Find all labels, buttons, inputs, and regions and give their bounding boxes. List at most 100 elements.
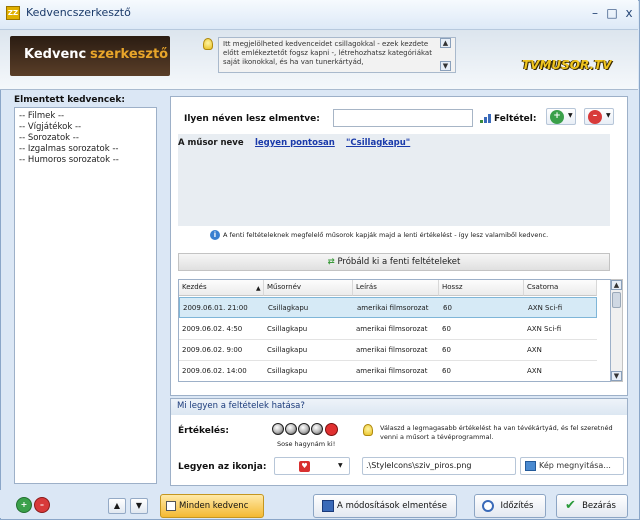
column-header[interactable]: Leírás [353, 280, 439, 296]
table-row[interactable]: 2009.06.02. 14:00 Csillagkapu amerikai f… [179, 361, 597, 381]
table-scrollbar[interactable]: ▲ ▼ [611, 279, 623, 382]
info-scroll-down-button[interactable]: ▼ [440, 61, 451, 71]
hint-lightbulb-icon [363, 424, 373, 436]
try-conditions-button[interactable]: ⇄ Próbáld ki a fenti feltételeket [178, 253, 610, 271]
close-window-button[interactable]: x [622, 6, 636, 20]
list-item[interactable]: -- Sorozatok -- [19, 133, 152, 144]
effects-header: Mi legyen a feltételek hatása? [171, 399, 627, 415]
list-item[interactable]: -- Vígjátékok -- [19, 122, 152, 133]
saved-favorites-label: Elmentett kedvencek: [14, 95, 125, 105]
close-button[interactable]: ✔ Bezárás [556, 494, 628, 518]
icon-select[interactable]: ♥ ▼ [274, 457, 350, 475]
all-favorites-label: Minden kedvenc [179, 501, 249, 511]
minimize-button[interactable]: – [588, 6, 602, 20]
all-favorites-button[interactable]: Minden kedvenc [160, 494, 264, 518]
remove-favorite-button[interactable]: – [34, 497, 50, 513]
save-changes-label: A módosítások elmentése [337, 501, 447, 511]
heart-icon: ♥ [299, 461, 310, 472]
cell-title: Csillagkapu [267, 346, 308, 354]
star-icon[interactable] [298, 423, 310, 435]
record-icon[interactable] [325, 423, 338, 436]
saved-favorites-list[interactable]: -- Filmek -- -- Vígjátékok -- -- Sorozat… [14, 107, 157, 484]
cell-length: 60 [442, 367, 451, 375]
rating-stars[interactable] [272, 423, 348, 437]
image-file-icon [525, 461, 536, 471]
rating-hint: Válaszd a legmagasabb értékelést ha van … [380, 424, 613, 441]
close-label: Bezárás [582, 501, 616, 511]
icon-label: Legyen az ikonja: [178, 462, 267, 472]
rating-caption: Sose hagynám ki! [277, 440, 336, 448]
column-header[interactable]: Csatorna [524, 280, 597, 296]
cell-start: 2009.06.02. 9:00 [182, 346, 243, 354]
minus-icon: – [588, 110, 602, 124]
icon-path-input[interactable]: .\StyleIcons\sziv_piros.png [362, 457, 516, 475]
scroll-up-button[interactable]: ▲ [611, 280, 622, 290]
conditions-note: A fenti feltételeknek megfelelő műsorok … [223, 231, 549, 239]
cell-length: 60 [443, 304, 452, 312]
condition-label: Feltétel: [494, 114, 537, 124]
scroll-down-button[interactable]: ▼ [611, 371, 622, 381]
condition-prefix: A műsor neve [178, 138, 244, 148]
cell-channel: AXN Sci-fi [528, 304, 563, 312]
timing-label: Időzítés [500, 501, 534, 511]
save-changes-button[interactable]: A módosítások elmentése [313, 494, 457, 518]
cell-description: amerikai filmsorozat [356, 325, 428, 333]
list-icon [166, 501, 176, 511]
results-table[interactable]: Kezdés ▲ Műsornév Leírás Hossz Csatorna … [178, 279, 611, 382]
open-image-button[interactable]: Kép megnyitása... [520, 457, 624, 475]
column-header[interactable]: Kezdés [179, 280, 264, 296]
cell-start: 2009.06.02. 14:00 [182, 367, 247, 375]
add-favorite-button[interactable]: + [16, 497, 32, 513]
info-scroll-up-button[interactable]: ▲ [440, 38, 451, 48]
cell-description: amerikai filmsorozat [356, 367, 428, 375]
column-header[interactable]: Hossz [439, 280, 524, 296]
condition-match-link[interactable]: legyen pontosan [255, 138, 335, 148]
checkmark-icon: ✔ [565, 498, 576, 513]
table-row[interactable]: 2009.06.02. 9:00 Csillagkapu amerikai fi… [179, 340, 597, 361]
add-condition-button[interactable]: + ▼ [546, 108, 576, 125]
cell-channel: AXN [527, 346, 542, 354]
move-down-button[interactable]: ▼ [130, 498, 148, 514]
list-item[interactable]: -- Izgalmas sorozatok -- [19, 144, 152, 155]
chevron-down-icon: ▼ [338, 462, 343, 469]
logo-text-part2: szerkesztő [90, 47, 169, 62]
cell-length: 60 [442, 325, 451, 333]
save-name-label: Ilyen néven lesz elmentve: [184, 114, 320, 124]
cell-title: Csillagkapu [267, 325, 308, 333]
condition-value-link[interactable]: "Csillagkapu" [346, 138, 410, 148]
tip-lightbulb-icon [203, 38, 213, 50]
column-header[interactable]: Műsornév [264, 280, 353, 296]
cell-start: 2009.06.01. 21:00 [183, 304, 248, 312]
cell-title: Csillagkapu [268, 304, 309, 312]
app-icon: ZZ [6, 6, 20, 20]
rating-label: Értékelés: [178, 426, 229, 436]
table-row[interactable]: 2009.06.02. 4:50 Csillagkapu amerikai fi… [179, 319, 597, 340]
cell-channel: AXN Sci-fi [527, 325, 562, 333]
cell-length: 60 [442, 346, 451, 354]
scroll-thumb[interactable] [612, 292, 621, 308]
refresh-icon: ⇄ [327, 257, 335, 267]
brand-logo: TVMUSOR.TV [522, 58, 612, 72]
star-icon[interactable] [311, 423, 323, 435]
cell-description: amerikai filmsorozat [356, 346, 428, 354]
maximize-button[interactable]: □ [605, 6, 619, 20]
open-image-label: Kép megnyitása... [539, 461, 611, 470]
cell-description: amerikai filmsorozat [357, 304, 429, 312]
timing-button[interactable]: Időzítés [474, 494, 546, 518]
list-item[interactable]: -- Filmek -- [19, 111, 152, 122]
clock-icon [482, 500, 494, 512]
info-text-box: Itt megjelölheted kedvenceidet csillagok… [218, 37, 456, 73]
move-up-button[interactable]: ▲ [108, 498, 126, 514]
table-row[interactable]: 2009.06.01. 21:00 Csillagkapu amerikai f… [179, 297, 597, 318]
floppy-disk-icon [322, 500, 334, 512]
cell-title: Csillagkapu [267, 367, 308, 375]
save-name-input[interactable] [333, 109, 473, 127]
sort-ascending-icon: ▲ [256, 285, 261, 292]
chevron-down-icon: ▼ [606, 112, 611, 119]
list-item[interactable]: -- Humoros sorozatok -- [19, 155, 152, 166]
star-icon[interactable] [285, 423, 297, 435]
try-conditions-label: Próbáld ki a fenti feltételeket [337, 257, 461, 267]
remove-condition-button[interactable]: – ▼ [584, 108, 614, 125]
info-icon: i [210, 230, 220, 240]
star-icon[interactable] [272, 423, 284, 435]
